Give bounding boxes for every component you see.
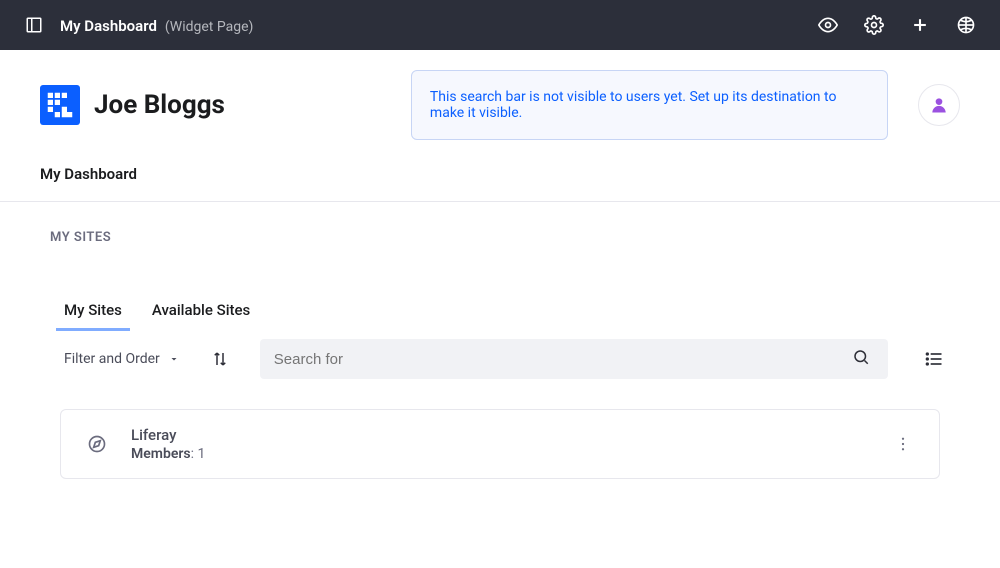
- search-input[interactable]: [274, 351, 848, 368]
- preview-icon[interactable]: [818, 15, 838, 35]
- site-list: Liferay Members: 1: [0, 379, 1000, 479]
- search-icon[interactable]: [848, 348, 874, 370]
- brand-name: Joe Bloggs: [94, 90, 225, 120]
- search-notice-text: This search bar is not visible to users …: [430, 89, 690, 105]
- chevron-down-icon: [168, 353, 180, 365]
- view-toggle-button[interactable]: [918, 343, 950, 375]
- section-title: MY SITES: [50, 230, 111, 245]
- site-members-label: Members: [131, 446, 191, 462]
- topbar-title-wrap: My Dashboard (Widget Page): [60, 16, 253, 35]
- tabs: My Sites Available Sites: [0, 245, 1000, 331]
- search-box[interactable]: [260, 339, 888, 379]
- breadcrumb: My Dashboard: [0, 140, 1000, 202]
- avatar[interactable]: [918, 84, 960, 126]
- list-view-icon: [924, 349, 944, 369]
- site-card[interactable]: Liferay Members: 1: [60, 409, 940, 479]
- add-icon[interactable]: [910, 15, 930, 35]
- more-vertical-icon: [894, 435, 912, 453]
- site-info: Liferay Members: 1: [131, 426, 869, 462]
- gear-icon[interactable]: [864, 15, 884, 35]
- breadcrumb-current: My Dashboard: [40, 165, 137, 183]
- filter-order-dropdown[interactable]: Filter and Order: [64, 343, 180, 375]
- compass-icon: [85, 432, 109, 456]
- site-actions-button[interactable]: [891, 432, 915, 456]
- search-notice: This search bar is not visible to users …: [411, 70, 888, 140]
- user-icon: [929, 95, 949, 115]
- sort-direction-button[interactable]: [204, 343, 236, 375]
- site-name: Liferay: [131, 426, 869, 444]
- site-members-count: 1: [197, 446, 205, 462]
- simulate-icon[interactable]: [956, 15, 976, 35]
- header-area: Joe Bloggs This search bar is not visibl…: [0, 50, 1000, 140]
- brand-logo: [40, 85, 80, 125]
- sidebar-toggle-icon[interactable]: [24, 15, 44, 35]
- list-controls: Filter and Order: [0, 331, 1000, 379]
- sort-icon: [211, 350, 229, 368]
- filter-order-label: Filter and Order: [64, 351, 160, 367]
- tab-my-sites[interactable]: My Sites: [64, 295, 122, 331]
- page-subtitle: (Widget Page): [165, 19, 254, 35]
- topbar-left: My Dashboard (Widget Page): [24, 15, 818, 35]
- brand-block: Joe Bloggs: [40, 85, 225, 125]
- page-title: My Dashboard: [60, 17, 157, 35]
- tab-available-sites[interactable]: Available Sites: [152, 295, 250, 331]
- topbar-actions: [818, 15, 976, 35]
- section-header: MY SITES: [0, 202, 1000, 245]
- topbar: My Dashboard (Widget Page): [0, 0, 1000, 50]
- site-members: Members: 1: [131, 446, 869, 462]
